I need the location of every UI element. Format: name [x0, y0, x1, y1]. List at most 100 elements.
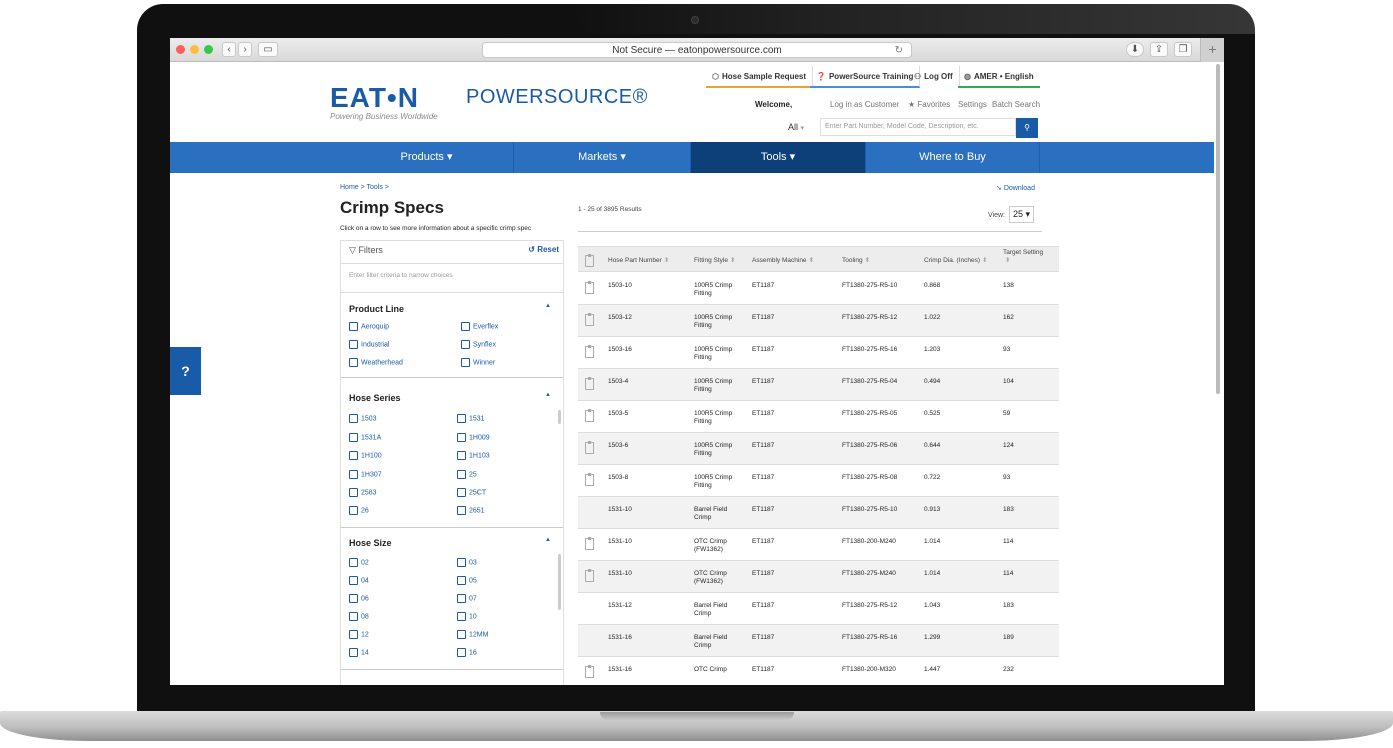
- table-row[interactable]: 1503-8 100R5 Crimp Fitting ET1187 FT1380-27…: [578, 465, 1059, 497]
- checkbox-25ct[interactable]: 25CT: [457, 488, 486, 498]
- maximize-window-icon[interactable]: [204, 45, 213, 54]
- checkbox-1h307[interactable]: 1H307: [349, 470, 382, 480]
- checkbox-2583[interactable]: 2583: [349, 488, 377, 498]
- downloads-icon[interactable]: ⬇: [1126, 42, 1144, 57]
- search-input[interactable]: Enter Part Number, Model Code, Descripti…: [820, 118, 1016, 136]
- clipboard-icon[interactable]: [585, 473, 594, 486]
- search-scope-select[interactable]: All ▾: [788, 118, 820, 136]
- checkbox-synflex[interactable]: Synflex: [461, 340, 496, 350]
- help-button[interactable]: ?: [170, 347, 201, 395]
- checkbox-25[interactable]: 25: [457, 470, 477, 480]
- checkbox-02[interactable]: 02: [349, 558, 369, 568]
- col-assembly-machine[interactable]: Assembly Machine ⬍: [752, 256, 814, 264]
- scrollbar[interactable]: [558, 410, 561, 424]
- checkbox-05[interactable]: 05: [457, 576, 477, 586]
- minimize-window-icon[interactable]: [190, 45, 199, 54]
- checkbox-aeroquip[interactable]: Aeroquip: [349, 322, 389, 332]
- forward-icon[interactable]: ›: [238, 42, 252, 57]
- table-row[interactable]: 1531-12 Barrel Field Crimp ET1187 FT1380-27…: [578, 593, 1059, 625]
- col-hose-part-number[interactable]: Hose Part Number ⬍: [608, 256, 669, 264]
- clipboard-icon[interactable]: [585, 537, 594, 550]
- address-bar[interactable]: Not Secure — eatonpowersource.com ↻: [482, 42, 912, 58]
- share-icon[interactable]: ⇪: [1150, 42, 1168, 57]
- checkbox-08[interactable]: 08: [349, 612, 369, 622]
- collapse-icon[interactable]: ▲: [545, 392, 551, 398]
- breadcrumb[interactable]: Home > Tools >: [340, 184, 389, 191]
- checkbox-1503[interactable]: 1503: [349, 414, 377, 424]
- nav-products[interactable]: Products ▾: [340, 142, 514, 173]
- reload-icon[interactable]: ↻: [895, 43, 903, 58]
- checkbox-everflex[interactable]: Everflex: [461, 322, 498, 332]
- clipboard-icon[interactable]: [585, 281, 594, 294]
- login-as-customer-link[interactable]: Log in as Customer: [830, 100, 899, 109]
- page-scrollbar[interactable]: [1216, 64, 1220, 394]
- table-row[interactable]: 1503-6 100R5 Crimp Fitting ET1187 FT1380-27…: [578, 433, 1059, 465]
- checkbox-26[interactable]: 26: [349, 506, 369, 516]
- view-select[interactable]: 25 ▾: [1009, 206, 1035, 223]
- checkbox-1h009[interactable]: 1H009: [457, 433, 490, 443]
- checkbox-12[interactable]: 12: [349, 630, 369, 640]
- table-row[interactable]: 1531-10 OTC Crimp (FW1362) ET1187 FT1380-20…: [578, 529, 1059, 561]
- settings-link[interactable]: Settings: [958, 100, 987, 109]
- close-window-icon[interactable]: [176, 45, 185, 54]
- batch-search-link[interactable]: Batch Search: [992, 100, 1040, 109]
- table-row[interactable]: 1503-10 100R5 Crimp Fitting ET1187 FT1380-2…: [578, 273, 1059, 305]
- region-language-link[interactable]: ◍ AMER • English: [958, 66, 1040, 88]
- col-tooling[interactable]: Tooling ⬍: [842, 256, 870, 264]
- checkbox-winner[interactable]: Winner: [461, 358, 495, 368]
- col-target-setting[interactable]: Target Setting ⬍: [1003, 249, 1043, 264]
- sidebar-icon[interactable]: ▭: [258, 42, 278, 57]
- reset-button[interactable]: ↺ Reset: [528, 245, 559, 254]
- nav-markets[interactable]: Markets ▾: [514, 142, 691, 173]
- nav-where-to-buy[interactable]: Where to Buy: [866, 142, 1040, 173]
- checkbox-1531[interactable]: 1531: [457, 414, 485, 424]
- log-off-link[interactable]: ⚇ Log Off: [908, 66, 960, 88]
- back-icon[interactable]: ‹: [222, 42, 236, 57]
- checkbox-1h103[interactable]: 1H103: [457, 451, 490, 461]
- checkbox-2651[interactable]: 2651: [457, 506, 485, 516]
- checkbox-04[interactable]: 04: [349, 576, 369, 586]
- clipboard-icon[interactable]: [585, 409, 594, 422]
- table-row[interactable]: 1503-4 100R5 Crimp Fitting ET1187 FT1380-27…: [578, 369, 1059, 401]
- tabs-icon[interactable]: ❐: [1174, 42, 1192, 57]
- clipboard-icon[interactable]: [585, 569, 594, 582]
- filter-input[interactable]: Enter filter criteria to narrow choices: [341, 263, 563, 293]
- col-fitting-style[interactable]: Fitting Style ⬍: [694, 256, 735, 264]
- scrollbar[interactable]: [558, 554, 561, 610]
- clipboard-icon[interactable]: [585, 441, 594, 454]
- table-row[interactable]: 1531-10 Barrel Field Crimp ET1187 FT1380-27…: [578, 497, 1059, 529]
- clipboard-icon[interactable]: [585, 665, 594, 678]
- powersource-brand[interactable]: POWERSOURCE®: [466, 86, 648, 109]
- checkbox-industrial[interactable]: Industrial: [349, 340, 389, 350]
- clipboard-icon[interactable]: [585, 345, 594, 358]
- search-button[interactable]: ⚲: [1016, 118, 1038, 138]
- table-row[interactable]: 1531-10 OTC Crimp (FW1362) ET1187 FT1380-27…: [578, 561, 1059, 593]
- collapse-icon[interactable]: ▲: [545, 537, 551, 543]
- checkbox-07[interactable]: 07: [457, 594, 477, 604]
- table-row[interactable]: 1503-5 100R5 Crimp Fitting ET1187 FT1380-27…: [578, 401, 1059, 433]
- table-row[interactable]: 1503-16 100R5 Crimp Fitting ET1187 FT1380-2…: [578, 337, 1059, 369]
- collapse-icon[interactable]: ▲: [545, 303, 551, 309]
- checkbox-16[interactable]: 16: [457, 648, 477, 658]
- new-tab-icon[interactable]: +: [1200, 38, 1224, 62]
- checkbox-06[interactable]: 06: [349, 594, 369, 604]
- table-row[interactable]: 1531-16 OTC Crimp ET1187 FT1380-200-M320 1.4…: [578, 657, 1059, 685]
- col-crimp-dia[interactable]: Crimp Dia. (Inches) ⬍: [924, 256, 987, 264]
- checkbox-03[interactable]: 03: [457, 558, 477, 568]
- checkbox-weatherhead[interactable]: Weatherhead: [349, 358, 403, 368]
- checkbox-1h100[interactable]: 1H100: [349, 451, 382, 461]
- checkbox-10[interactable]: 10: [457, 612, 477, 622]
- table-row[interactable]: 1531-16 Barrel Field Crimp ET1187 FT1380-27…: [578, 625, 1059, 657]
- checkbox-14[interactable]: 14: [349, 648, 369, 658]
- checkbox-12mm[interactable]: 12MM: [457, 630, 488, 640]
- nav-tools[interactable]: Tools ▾: [691, 142, 866, 173]
- favorites-link[interactable]: ★ Favorites: [908, 100, 950, 109]
- powersource-training-link[interactable]: ❓ PowerSource Training: [810, 66, 921, 88]
- clipboard-icon[interactable]: [585, 377, 594, 390]
- download-link[interactable]: ➘ Download: [996, 184, 1035, 192]
- eaton-logo[interactable]: EAT•N: [330, 82, 419, 114]
- table-row[interactable]: 1503-12 100R5 Crimp Fitting ET1187 FT1380-2…: [578, 305, 1059, 337]
- clipboard-icon[interactable]: [585, 313, 594, 326]
- checkbox-1531a[interactable]: 1531A: [349, 433, 381, 443]
- hose-sample-request-link[interactable]: ⬡ Hose Sample Request: [706, 66, 814, 88]
